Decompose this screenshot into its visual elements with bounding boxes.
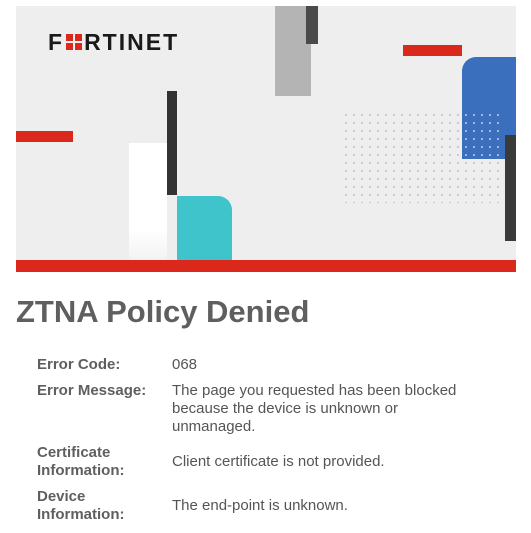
error-message-label: Error Message: <box>37 382 147 399</box>
banner-dark-bar-top <box>306 6 318 44</box>
table-row: Error Code: 068 <box>30 352 490 378</box>
banner-white-block <box>129 143 167 266</box>
device-information-value: The end-point is unknown. <box>172 497 348 514</box>
error-message-value: The page you requested has been blocked … <box>172 382 457 435</box>
table-row: Device Information: The end-point is unk… <box>30 484 490 528</box>
header-banner: F RTINET <box>16 6 516 272</box>
device-information-label: Device Information: <box>37 488 125 523</box>
page-title: ZTNA Policy Denied <box>16 294 310 329</box>
certificate-information-label: Certificate Information: <box>37 444 125 479</box>
table-row: Certificate Information: Client certific… <box>30 440 490 484</box>
banner-dark-bar-right <box>505 135 516 241</box>
error-code-label: Error Code: <box>37 356 121 373</box>
banner-dot-pattern <box>342 111 502 203</box>
banner-bottom-red-bar <box>16 260 516 272</box>
fortinet-logo: F RTINET <box>48 30 179 54</box>
logo-text-left: F <box>48 29 65 55</box>
error-details-table: Error Code: 068 Error Message: The page … <box>30 352 490 528</box>
banner-teal-block <box>177 196 232 266</box>
logo-text-right: RTINET <box>84 29 180 55</box>
banner-dark-bar-middle <box>167 91 177 195</box>
fortinet-grid-o-icon <box>66 34 83 50</box>
certificate-information-value: Client certificate is not provided. <box>172 453 385 470</box>
error-code-value: 068 <box>172 356 198 373</box>
banner-red-bar-left <box>16 131 73 142</box>
table-row: Error Message: The page you requested ha… <box>30 378 490 440</box>
banner-red-bar-right <box>403 45 462 56</box>
